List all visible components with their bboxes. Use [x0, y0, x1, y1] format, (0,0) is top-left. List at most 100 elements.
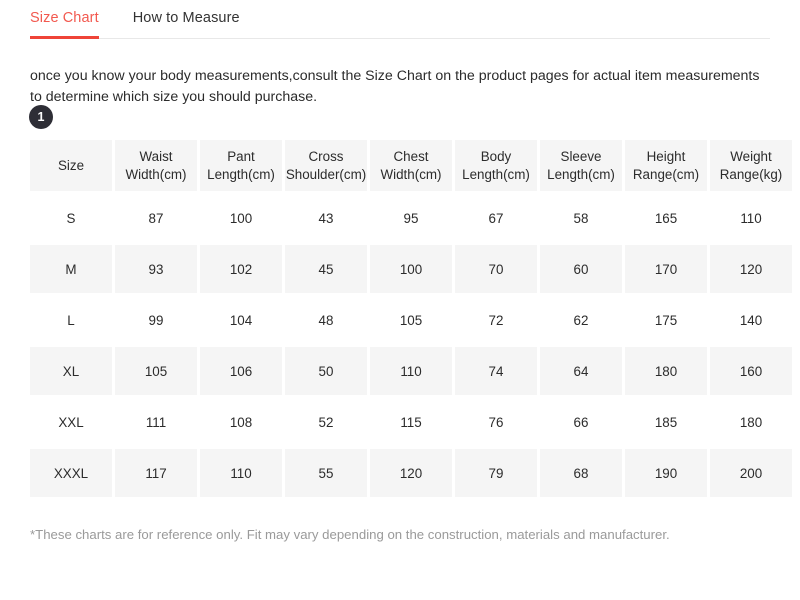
column-header-line2: Length(cm) [547, 166, 615, 182]
table-row: XXXL 117 110 55 120 79 68 190 200 [30, 449, 792, 497]
measurement-cell: 66 [540, 398, 622, 446]
size-label-cell: XXL [30, 398, 112, 446]
measurement-cell: 140 [710, 296, 792, 344]
measurement-cell: 45 [285, 245, 367, 293]
measurement-cell: 200 [710, 449, 792, 497]
column-header-line1: Size [57, 157, 85, 173]
column-header-1: Size [30, 140, 112, 191]
size-label-cell: XXXL [30, 449, 112, 497]
disclaimer-footnote: *These charts are for reference only. Fi… [30, 527, 670, 543]
measurement-cell: 185 [625, 398, 707, 446]
column-header-line1: Sleeve [560, 149, 602, 164]
measurement-cell: 99 [115, 296, 197, 344]
column-header-line2: Shoulder(cm) [285, 166, 367, 182]
size-label-cell: S [30, 194, 112, 242]
measurement-cell: 62 [540, 296, 622, 344]
measurement-cell: 93 [115, 245, 197, 293]
table-row: L 99 104 48 105 72 62 175 140 [30, 296, 792, 344]
measurement-cell: 60 [540, 245, 622, 293]
measurement-cell: 104 [200, 296, 282, 344]
measurement-cell: 50 [285, 347, 367, 395]
size-label-cell: M [30, 245, 112, 293]
intro-paragraph: once you know your body measurements,con… [30, 68, 760, 106]
measurement-cell: 100 [370, 245, 452, 293]
measurement-cell: 52 [285, 398, 367, 446]
column-header-5: Chest Width(cm) [370, 140, 452, 191]
measurement-cell: 58 [540, 194, 622, 242]
tab-size-chart[interactable]: Size Chart [30, 0, 99, 38]
measurement-cell: 72 [455, 296, 537, 344]
measurement-cell: 111 [115, 398, 197, 446]
measurement-cell: 76 [455, 398, 537, 446]
measurement-cell: 100 [200, 194, 282, 242]
measurement-cell: 120 [370, 449, 452, 497]
step-number-badge-label: 1 [37, 109, 45, 124]
measurement-cell: 70 [455, 245, 537, 293]
measurement-cell: 106 [200, 347, 282, 395]
column-header-7: Sleeve Length(cm) [540, 140, 622, 191]
measurement-cell: 115 [370, 398, 452, 446]
tab-how-to-measure[interactable]: How to Measure [133, 0, 240, 38]
measurement-cell: 102 [200, 245, 282, 293]
column-header-line1: Body [480, 149, 512, 164]
measurement-cell: 68 [540, 449, 622, 497]
column-header-line2: Range(kg) [719, 166, 783, 182]
column-header-line1: Chest [393, 149, 429, 164]
table-row: XXL 111 108 52 115 76 66 185 180 [30, 398, 792, 446]
measurement-cell: 110 [200, 449, 282, 497]
column-header-line2: Range(cm) [632, 166, 700, 182]
measurement-cell: 175 [625, 296, 707, 344]
column-header-line2: Width(cm) [380, 166, 442, 182]
column-header-4: Cross Shoulder(cm) [285, 140, 367, 191]
measurement-cell: 105 [370, 296, 452, 344]
size-label-cell: L [30, 296, 112, 344]
measurement-cell: 108 [200, 398, 282, 446]
column-header-2: Waist Width(cm) [115, 140, 197, 191]
column-header-8: Height Range(cm) [625, 140, 707, 191]
tab-bar: Size Chart How to Measure [30, 0, 770, 39]
size-chart-page: Size Chart How to Measure once you know … [0, 0, 800, 600]
measurement-cell: 87 [115, 194, 197, 242]
measurement-cell: 165 [625, 194, 707, 242]
column-header-line2: Length(cm) [207, 166, 275, 182]
column-header-3: Pant Length(cm) [200, 140, 282, 191]
column-header-line1: Weight [730, 149, 772, 164]
measurement-cell: 43 [285, 194, 367, 242]
column-header-line1: Waist [139, 149, 173, 164]
column-header-line1: Height [646, 149, 686, 164]
table-row: M 93 102 45 100 70 60 170 120 [30, 245, 792, 293]
measurement-cell: 67 [455, 194, 537, 242]
measurement-cell: 79 [455, 449, 537, 497]
size-chart-table: Size Waist Width(cm) Pant Length(cm) Cross Sho… [27, 137, 795, 500]
step-number-badge: 1 [29, 105, 53, 129]
measurement-cell: 74 [455, 347, 537, 395]
size-chart-table-head: Size Waist Width(cm) Pant Length(cm) Cross Sho… [30, 140, 792, 191]
measurement-cell: 110 [370, 347, 452, 395]
measurement-cell: 190 [625, 449, 707, 497]
measurement-cell: 120 [710, 245, 792, 293]
table-row: S 87 100 43 95 67 58 165 110 [30, 194, 792, 242]
measurement-cell: 105 [115, 347, 197, 395]
measurement-cell: 95 [370, 194, 452, 242]
measurement-cell: 64 [540, 347, 622, 395]
measurement-cell: 180 [625, 347, 707, 395]
size-label-cell: XL [30, 347, 112, 395]
column-header-6: Body Length(cm) [455, 140, 537, 191]
measurement-cell: 170 [625, 245, 707, 293]
measurement-cell: 160 [710, 347, 792, 395]
column-header-9: Weight Range(kg) [710, 140, 792, 191]
measurement-cell: 55 [285, 449, 367, 497]
column-header-line1: Cross [308, 149, 344, 164]
tab-size-chart-label: Size Chart [30, 10, 99, 26]
size-chart-table-body: S 87 100 43 95 67 58 165 110 M 93 102 45 100 70 60 170 12… [30, 194, 792, 497]
size-chart-table-container: Size Waist Width(cm) Pant Length(cm) Cross Sho… [30, 140, 792, 497]
measurement-cell: 48 [285, 296, 367, 344]
measurement-cell: 117 [115, 449, 197, 497]
table-row: XL 105 106 50 110 74 64 180 160 [30, 347, 792, 395]
measurement-cell: 180 [710, 398, 792, 446]
measurement-cell: 110 [710, 194, 792, 242]
tab-how-to-measure-label: How to Measure [132, 10, 240, 26]
table-header-row: Size Waist Width(cm) Pant Length(cm) Cross Sho… [30, 140, 792, 191]
column-header-line1: Pant [227, 149, 255, 164]
column-header-line2: Width(cm) [125, 166, 187, 182]
